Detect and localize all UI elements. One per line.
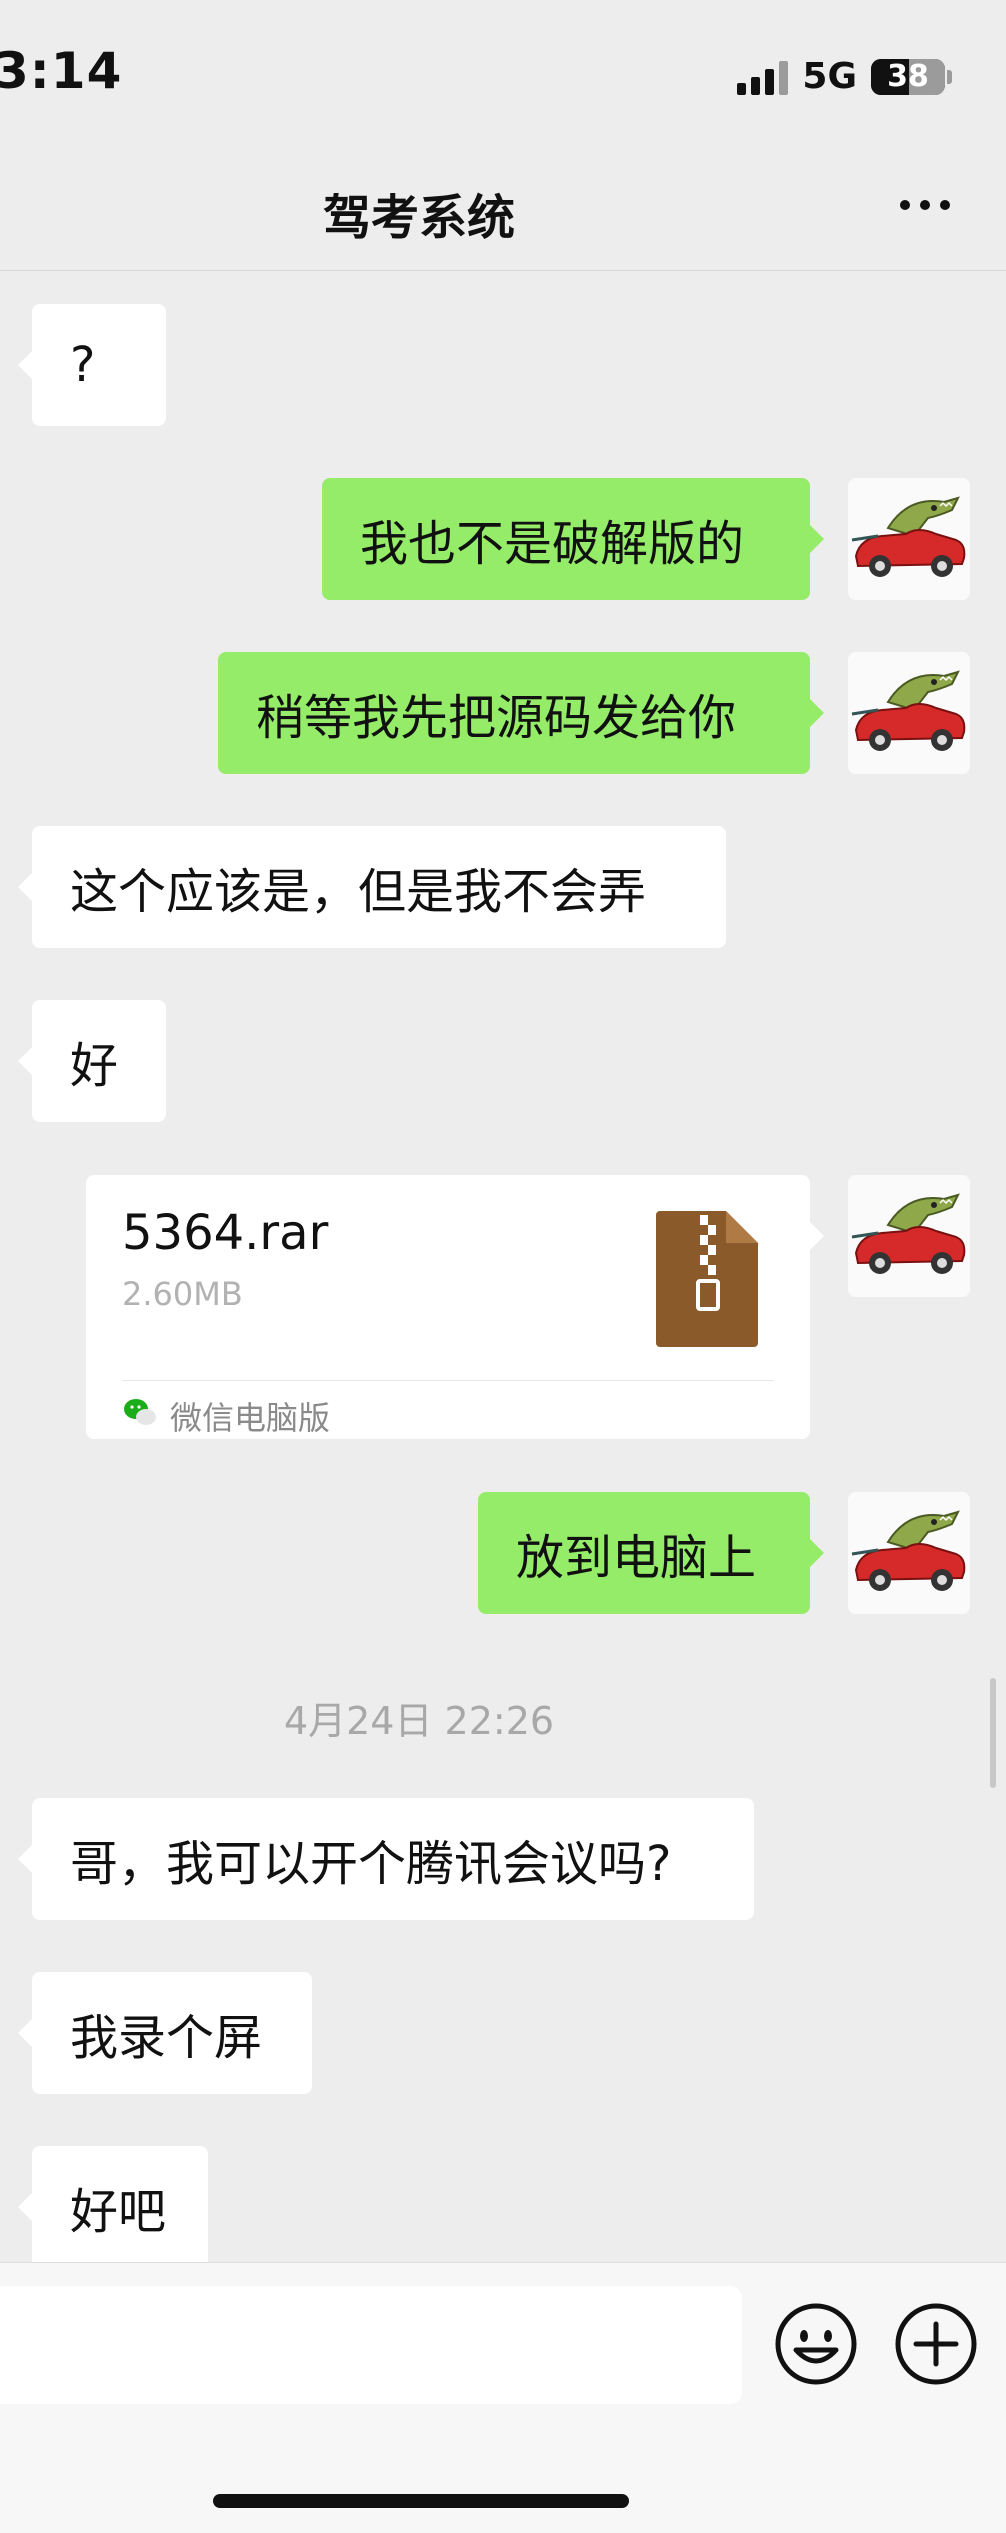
battery-icon: 38 xyxy=(871,58,952,95)
avatar[interactable] xyxy=(848,478,970,600)
file-source-label: 微信电脑版 xyxy=(170,1399,331,1437)
scrollbar[interactable] xyxy=(990,1678,996,1788)
file-divider xyxy=(122,1380,774,1381)
message-bubble-outgoing[interactable]: 放到电脑上 xyxy=(478,1492,824,1614)
message-input[interactable] xyxy=(0,2286,742,2404)
crocodile-car-avatar xyxy=(848,1175,970,1297)
message-bubble-incoming[interactable]: 好 xyxy=(18,1000,166,1122)
avatar[interactable] xyxy=(848,1492,970,1614)
wechat-icon xyxy=(122,1395,158,1431)
message-bubble-outgoing[interactable]: 我也不是破解版的 xyxy=(322,478,824,600)
more-dots-icon[interactable] xyxy=(900,200,950,210)
message-bubble-incoming[interactable]: ? xyxy=(18,304,166,426)
crocodile-car-avatar xyxy=(848,652,970,774)
plus-circle-icon[interactable] xyxy=(894,2302,978,2386)
message-timestamp: 4月24日 22:26 xyxy=(283,1699,555,1743)
message-text: 放到电脑上 xyxy=(516,1530,757,1586)
message-text: 好吧 xyxy=(70,2184,167,2240)
message-text: 我录个屏 xyxy=(70,2010,263,2066)
message-text: 稍等我先把源码发给你 xyxy=(256,690,737,746)
message-bubble-incoming[interactable]: 这个应该是，但是我不会弄 xyxy=(18,826,726,948)
file-name: 5364.rar xyxy=(122,1205,329,1261)
signal-icon xyxy=(737,59,789,95)
message-bubble-incoming[interactable]: 我录个屏 xyxy=(18,1972,312,2094)
crocodile-car-avatar xyxy=(848,1492,970,1614)
file-size: 2.60MB xyxy=(122,1275,243,1313)
status-time: 3:14 xyxy=(0,42,123,100)
message-bubble-incoming[interactable]: 哥，我可以开个腾讯会议吗? xyxy=(18,1798,754,1920)
message-bubble-outgoing[interactable]: 稍等我先把源码发给你 xyxy=(218,652,824,774)
avatar[interactable] xyxy=(848,1175,970,1297)
home-indicator[interactable] xyxy=(213,2494,629,2508)
message-text: ? xyxy=(70,337,96,393)
file-message-card[interactable]: 5364.rar 2.60MB 微信电脑版 xyxy=(86,1175,824,1439)
zip-file-icon xyxy=(656,1211,758,1347)
message-text: 好 xyxy=(70,1038,119,1094)
battery-level: 38 xyxy=(887,58,929,94)
smiley-icon[interactable] xyxy=(774,2302,858,2386)
chat-title: 驾考系统 xyxy=(322,190,515,246)
message-text: 哥，我可以开个腾讯会议吗? xyxy=(70,1836,672,1892)
avatar[interactable] xyxy=(848,652,970,774)
crocodile-car-avatar xyxy=(848,478,970,600)
message-text: 这个应该是，但是我不会弄 xyxy=(70,864,647,920)
message-bubble-incoming[interactable]: 好吧 xyxy=(18,2146,208,2268)
message-text: 我也不是破解版的 xyxy=(360,516,745,572)
network-type: 5G xyxy=(802,56,857,97)
status-indicators: 5G 38 xyxy=(737,56,952,97)
